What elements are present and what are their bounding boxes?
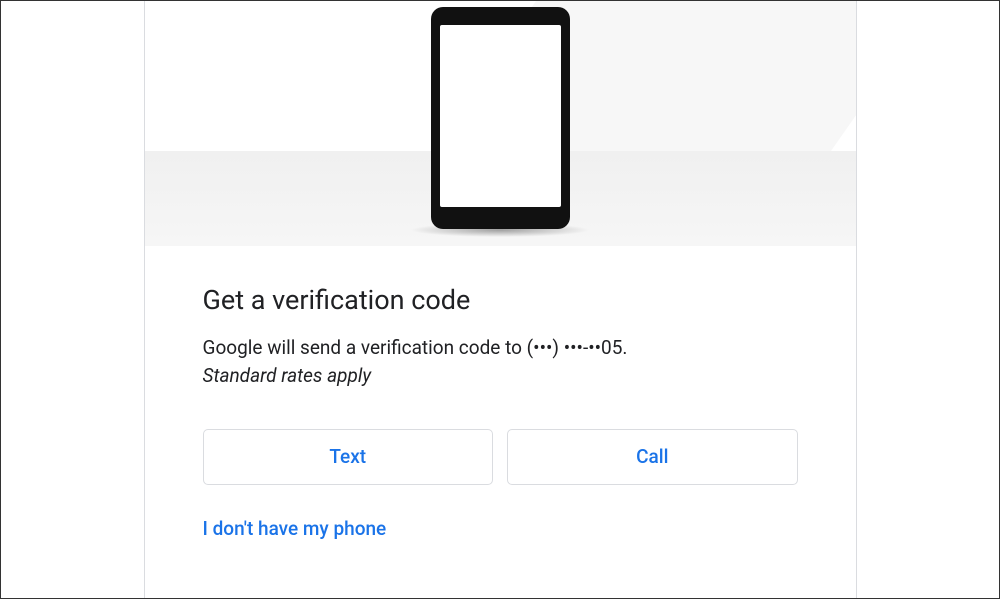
verification-card: Get a verification code Google will send…	[144, 1, 857, 598]
hero-illustration	[145, 1, 856, 246]
description-text: Google will send a verification code to …	[203, 334, 798, 362]
phone-icon	[431, 7, 570, 229]
text-button[interactable]: Text	[203, 429, 494, 485]
call-button[interactable]: Call	[507, 429, 798, 485]
phone-screen	[440, 25, 561, 207]
page-title: Get a verification code	[203, 284, 798, 316]
phone-illustration	[410, 7, 590, 237]
no-phone-link[interactable]: I don't have my phone	[203, 517, 387, 540]
rates-notice: Standard rates apply	[203, 364, 798, 387]
content-area: Get a verification code Google will send…	[145, 246, 856, 540]
button-row: Text Call	[203, 429, 798, 485]
